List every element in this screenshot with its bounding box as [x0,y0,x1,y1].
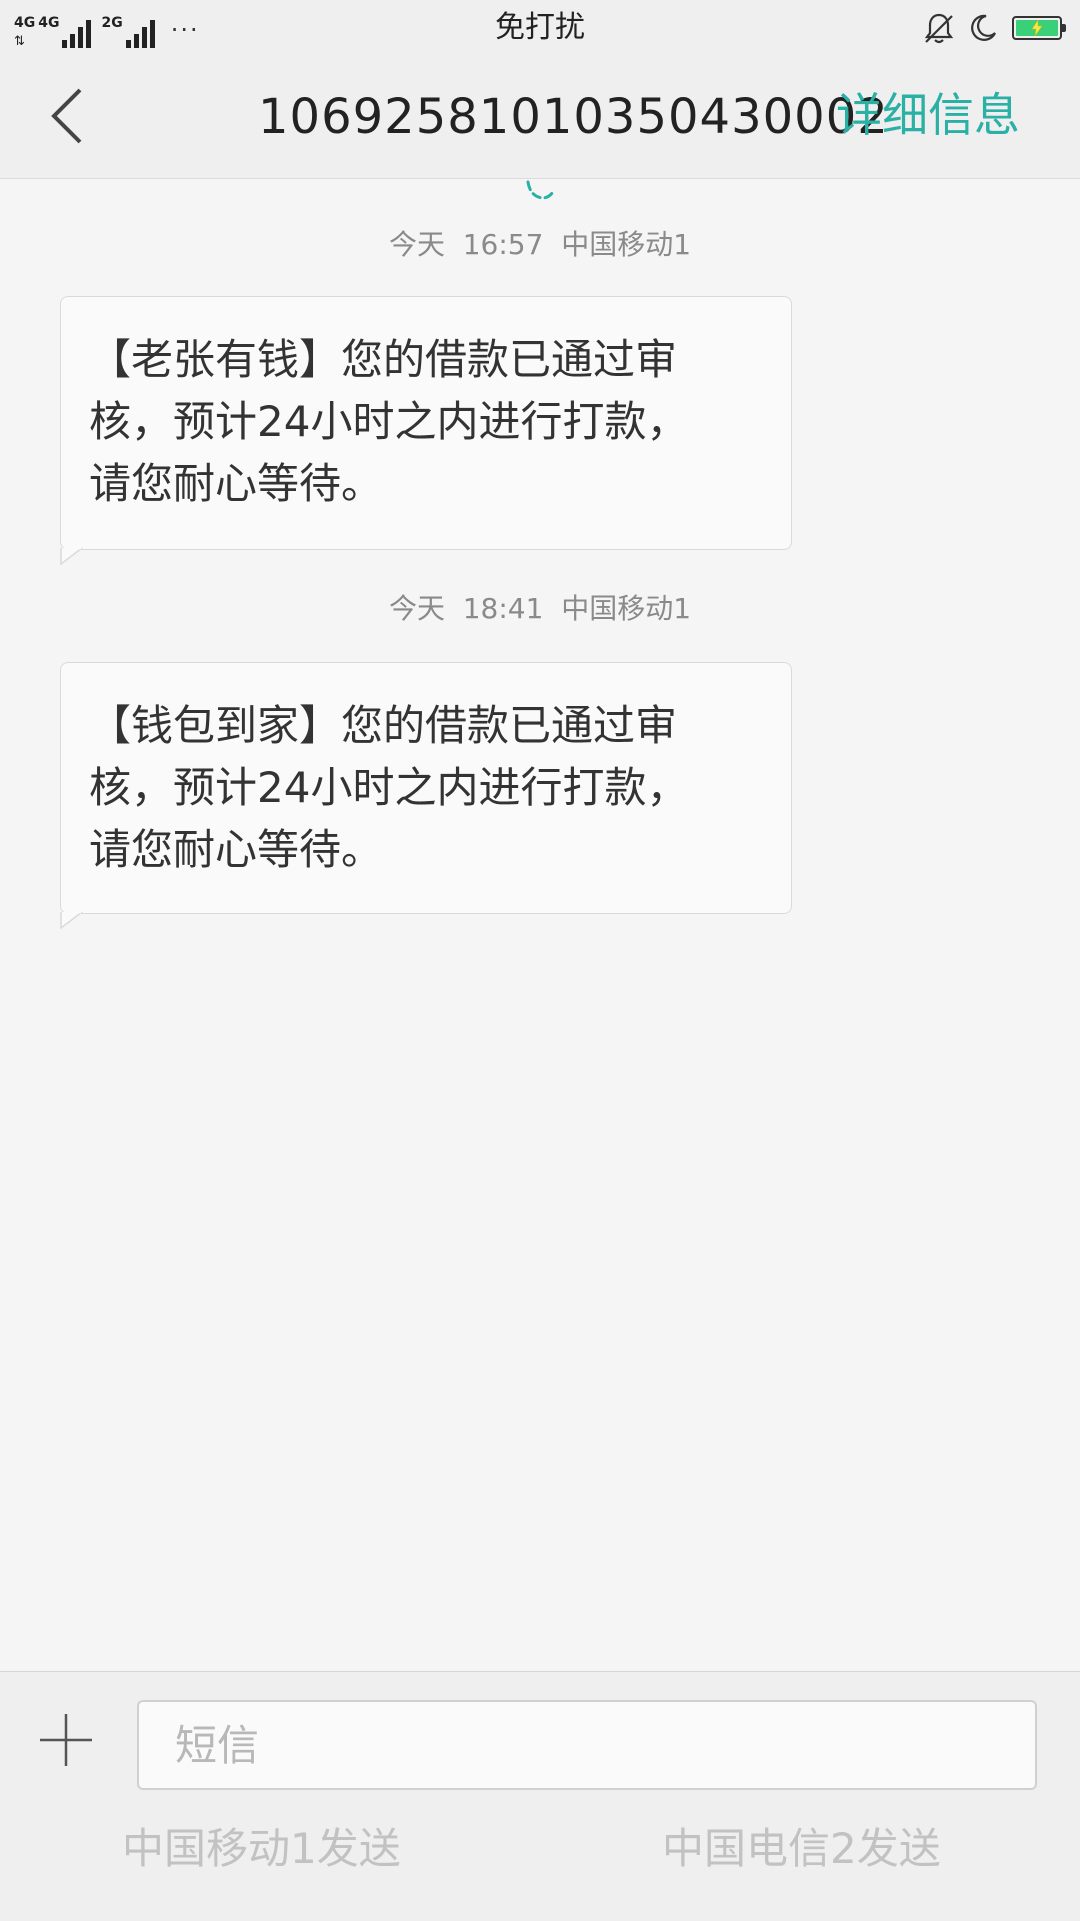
back-button[interactable] [40,84,100,148]
conversation-number: 1069258101035043000​2 [258,89,889,145]
message-timestamp: 今天 18:41 中国移动1 [388,592,692,625]
sms-input[interactable] [137,1700,1037,1790]
loading-spinner-icon [526,180,556,200]
message-timestamp: 今天 16:57 中国移动1 [388,228,692,261]
chevron-left-icon [51,88,82,144]
details-button[interactable]: 详细信息 [836,86,1020,144]
composer-bar: 中国移动1发送 中国电信2发送 [0,1671,1080,1921]
send-sim2-button[interactable]: 中国电信2发送 [662,1824,941,1874]
message-bubble[interactable]: 【老张有钱】您的借款已通过审核，预计24小时之内进行打款，请您耐心等待。 [60,296,792,550]
message-text: 【钱包到家】您的借款已通过审核，预计24小时之内进行打款，请您耐心等待。 [89,701,689,874]
status-bar-right [924,10,1066,46]
send-sim1-button[interactable]: 中国移动1发送 [122,1824,401,1874]
battery-level [1016,20,1058,36]
conversation-header: 1069258101035043000​2 详细信息 [0,56,1080,179]
bell-muted-icon [924,13,954,44]
add-attachment-button[interactable] [38,1712,94,1768]
message-bubble[interactable]: 【钱包到家】您的借款已通过审核，预计24小时之内进行打款，请您耐心等待。 [60,662,792,914]
plus-icon [40,1714,92,1766]
status-bar-mode-title: 免打扰 [495,10,585,45]
charging-bolt-icon [1031,20,1043,36]
bubble-tail [60,912,83,930]
moon-icon [971,14,996,41]
status-bar: 4G ⇅ 4G 2G ··· 免打扰 [0,0,1080,56]
battery-icon [1012,16,1066,40]
message-text: 【老张有钱】您的借款已通过审核，预计24小时之内进行打款，请您耐心等待。 [89,335,689,508]
bubble-tail [60,548,83,566]
